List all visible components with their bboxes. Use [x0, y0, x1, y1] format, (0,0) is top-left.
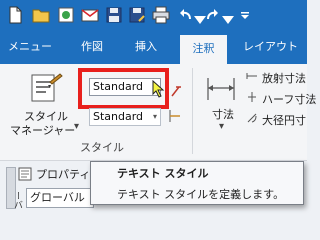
- global-field[interactable]: グローバル: [26, 188, 94, 208]
- undo-icon[interactable]: [175, 5, 191, 25]
- chevron-down-icon: ▾: [152, 112, 157, 121]
- large-radius-dim-icon[interactable]: [246, 112, 258, 124]
- tab-annotate[interactable]: 注釈: [180, 35, 227, 64]
- text-style-value: Standard: [93, 80, 144, 93]
- mouse-cursor-icon: [152, 79, 166, 98]
- dim-style-value: Standard: [93, 110, 144, 123]
- style-manager-icon[interactable]: [28, 72, 64, 106]
- style-group-title: スタイル: [80, 141, 124, 154]
- properties-icon[interactable]: [18, 167, 32, 181]
- global-field-value: グローバル: [30, 191, 85, 204]
- half-dim-icon[interactable]: [246, 91, 258, 103]
- style-manager-label-line2[interactable]: マネージャー: [10, 122, 75, 138]
- radial-dim-icon[interactable]: [246, 70, 258, 82]
- tab-layout[interactable]: レイアウト: [243, 38, 298, 54]
- open-icon[interactable]: [31, 5, 51, 25]
- large-radius-dim-item[interactable]: 大径円寸: [262, 112, 306, 128]
- redo-icon[interactable]: [203, 5, 218, 25]
- ribbon-panel: スタイル マネージャー ▾ Standard ▾ Standard ▾ スタイル…: [0, 64, 316, 161]
- tab-draw[interactable]: 作図: [81, 38, 103, 54]
- panel-side-label: ーバ: [12, 191, 22, 209]
- email-icon[interactable]: [80, 5, 100, 25]
- quick-access-toolbar: [0, 0, 307, 30]
- recent-icon[interactable]: [56, 5, 76, 25]
- ribbon-tab-bar: メニュー 作図 挿入 注釈 レイアウト: [0, 30, 307, 64]
- tooltip-title: テキスト スタイル: [117, 167, 209, 180]
- group-divider: [192, 68, 193, 154]
- new-icon[interactable]: [5, 5, 25, 25]
- dimension-icon[interactable]: [204, 74, 238, 104]
- tab-insert[interactable]: 挿入: [135, 38, 157, 54]
- undo-dropdown-icon[interactable]: [190, 10, 206, 24]
- dim-style-icon[interactable]: [168, 108, 182, 124]
- style-manager-dropdown-arrow[interactable]: ▾: [74, 121, 79, 132]
- text-style-dropdown[interactable]: Standard ▾: [89, 78, 161, 96]
- tooltip-description: テキスト スタイルを定義します。: [117, 188, 285, 201]
- saveas-icon[interactable]: [127, 5, 147, 25]
- tooltip: テキスト スタイル テキスト スタイルを定義します。: [90, 161, 304, 205]
- save-icon[interactable]: [104, 5, 124, 25]
- customize-icon[interactable]: [235, 5, 249, 25]
- print-icon[interactable]: [151, 5, 171, 25]
- redo-dropdown-icon[interactable]: [218, 10, 234, 24]
- dimension-dropdown-arrow[interactable]: ▾: [219, 121, 224, 132]
- panel-title: プロパティ: [36, 168, 91, 181]
- radial-dim-item[interactable]: 放射寸法: [262, 70, 306, 86]
- tab-menu[interactable]: メニュー: [8, 38, 52, 54]
- dim-style-dropdown[interactable]: Standard ▾: [89, 108, 161, 126]
- dimension-label[interactable]: 寸法: [212, 106, 234, 122]
- text-style-icon[interactable]: [170, 84, 182, 98]
- half-dim-item[interactable]: ハーフ寸法: [262, 91, 316, 107]
